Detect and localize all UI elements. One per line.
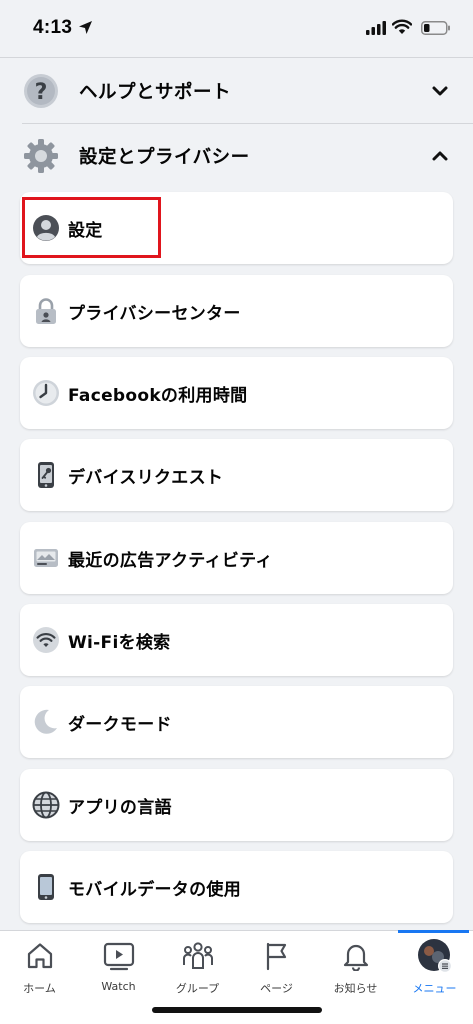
tab-notifications[interactable]: お知らせ	[316, 931, 395, 1001]
question-icon: ?	[24, 74, 58, 108]
help-support-section[interactable]: ? ヘルプとサポート	[0, 59, 473, 123]
menu-item-label: プライバシーセンター	[68, 304, 241, 324]
status-time: 4:13	[33, 17, 73, 38]
bell-icon	[343, 944, 368, 971]
screen: 4:13 ? ヘルプとサポート 設定とプライバシー 設定 プライバシーセンター …	[0, 0, 473, 1024]
status-bar: 4:13	[0, 0, 473, 58]
menu-item-label: 最近の広告アクティビティ	[68, 551, 273, 571]
menu-avatar-icon	[417, 939, 452, 973]
tab-label: Watch	[101, 980, 136, 993]
mobile-icon	[38, 874, 54, 900]
ad-activity-icon	[34, 549, 58, 567]
tab-label: グループ	[175, 982, 220, 995]
menu-item-device-requests[interactable]: デバイスリクエスト	[20, 439, 453, 511]
gear-icon	[24, 139, 58, 173]
clock-icon	[33, 380, 59, 406]
help-support-label: ヘルプとサポート	[79, 82, 232, 103]
home-indicator	[152, 1007, 322, 1013]
account-icon	[33, 215, 59, 241]
menu-item-label: アプリの言語	[68, 798, 172, 818]
tab-label: ページ	[260, 982, 293, 995]
menu-item-privacy-center[interactable]: プライバシーセンター	[20, 275, 453, 347]
menu-item-settings[interactable]: 設定	[20, 192, 453, 264]
chevron-down-icon[interactable]	[431, 85, 449, 97]
menu-item-time-on-facebook[interactable]: Facebookの利用時間	[20, 357, 453, 429]
moon-icon	[34, 709, 57, 734]
signal-icon	[366, 21, 386, 35]
lock-icon	[36, 298, 56, 324]
tab-label: メニュー	[412, 982, 457, 995]
menu-item-find-wifi[interactable]: Wi-Fiを検索	[20, 604, 453, 676]
tab-label: ホーム	[23, 982, 56, 995]
menu-item-label: ダークモード	[68, 715, 172, 735]
menu-item-recent-ad-activity[interactable]: 最近の広告アクティビティ	[20, 522, 453, 594]
tab-groups[interactable]: グループ	[158, 931, 237, 1001]
tab-home[interactable]: ホーム	[0, 931, 79, 1001]
menu-item-dark-mode[interactable]: ダークモード	[20, 686, 453, 758]
tab-label: お知らせ	[333, 982, 378, 995]
menu-item-app-language[interactable]: アプリの言語	[20, 769, 453, 841]
wifi-icon	[33, 627, 59, 653]
chevron-up-icon[interactable]	[431, 150, 449, 162]
globe-icon	[32, 791, 60, 819]
groups-icon	[182, 942, 213, 969]
menu-item-mobile-data[interactable]: モバイルデータの使用	[20, 851, 453, 923]
menu-item-label: モバイルデータの使用	[68, 880, 241, 900]
svg-text:?: ?	[35, 80, 48, 105]
tab-watch[interactable]: Watch	[79, 931, 158, 1001]
tab-pages[interactable]: ページ	[237, 931, 316, 1001]
tab-menu[interactable]: メニュー	[395, 931, 473, 1001]
wifi-status-icon	[392, 19, 412, 34]
location-arrow-icon	[79, 21, 92, 34]
flag-icon	[266, 942, 286, 971]
settings-privacy-section[interactable]: 設定とプライバシー	[0, 124, 473, 188]
menu-item-label: デバイスリクエスト	[68, 468, 224, 488]
phone-key-icon	[38, 462, 54, 488]
settings-privacy-label: 設定とプライバシー	[79, 147, 250, 168]
menu-item-label: 設定	[68, 221, 103, 241]
watch-icon	[103, 942, 134, 971]
home-icon	[27, 943, 52, 969]
menu-item-label: Facebookの利用時間	[68, 386, 248, 406]
menu-item-label: Wi-Fiを検索	[68, 633, 171, 653]
battery-icon	[421, 21, 450, 35]
